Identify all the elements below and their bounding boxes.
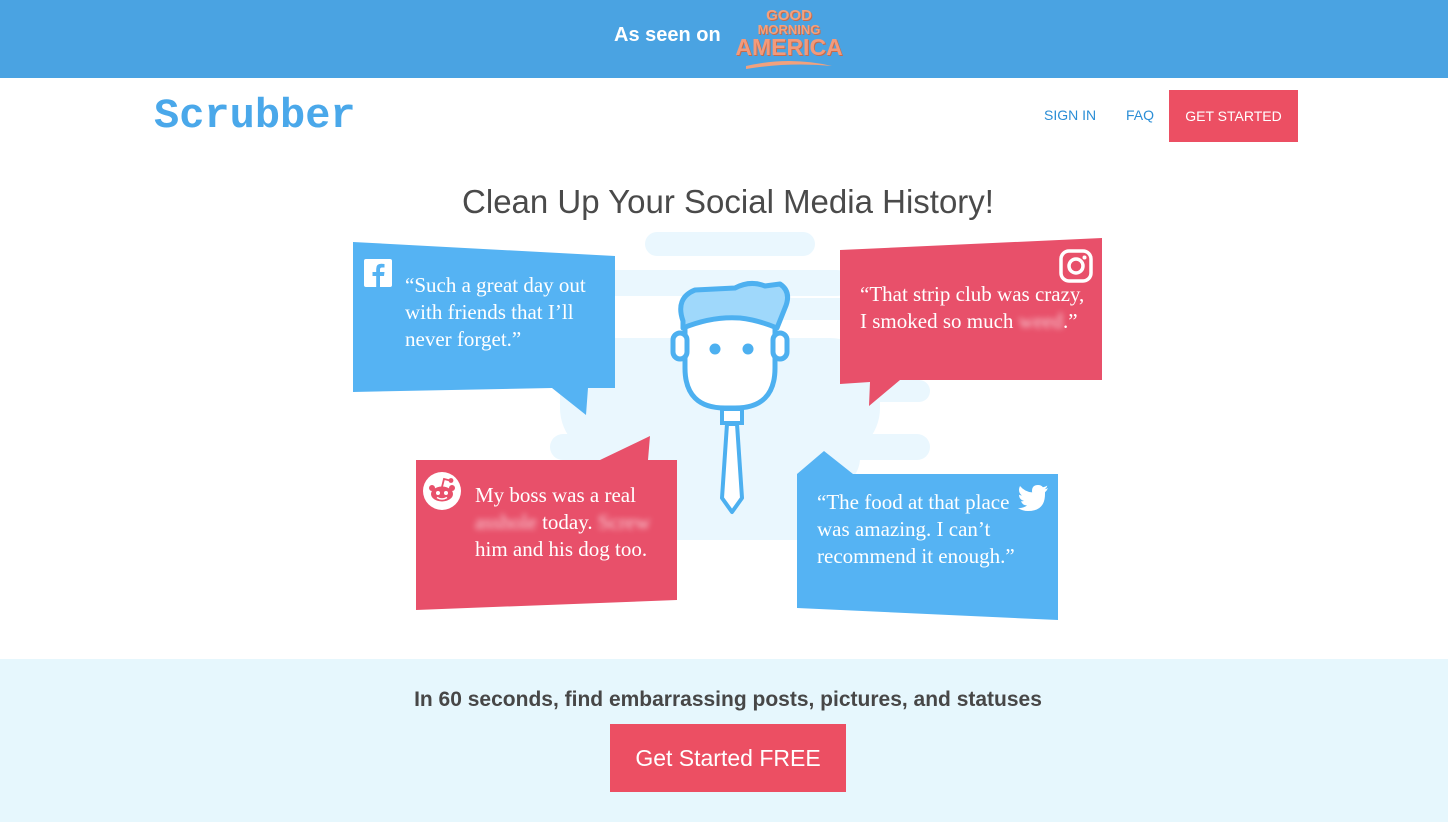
cta-tagline: In 60 seconds, find embarrassing posts, … (414, 688, 1042, 711)
reddit-icon (423, 472, 461, 510)
reddit-quote-blurred-word-2: Screw (597, 510, 651, 534)
instagram-quote-blurred-word: weed (1018, 309, 1063, 333)
twitter-quote: “The food at that place was amazing. I c… (817, 490, 1015, 568)
nav-faq-link[interactable]: FAQ (1126, 107, 1154, 123)
get-started-free-button[interactable]: Get Started FREE (610, 724, 846, 792)
reddit-quote-part1: My boss was a real (475, 483, 636, 507)
brand-logo[interactable]: Scrubber (154, 92, 356, 140)
instagram-quote-end: .” (1062, 309, 1078, 333)
reddit-quote-part2: today. (536, 510, 598, 534)
hero-title: Clean Up Your Social Media History! (462, 183, 994, 220)
facebook-quote: “Such a great day out with friends that … (405, 273, 586, 351)
facebook-icon (364, 259, 392, 287)
as-seen-on-text: As seen on (614, 24, 721, 46)
nav-sign-in-link[interactable]: SIGN IN (1044, 107, 1096, 123)
logo-swoosh-icon (746, 61, 832, 69)
reddit-quote: My boss was a real asshole today. Screw … (475, 482, 675, 563)
logo-line-good: GOOD (766, 7, 812, 24)
logo-line-america: AMERICA (735, 34, 843, 60)
reddit-quote-blurred-word-1: asshole (475, 510, 537, 534)
instagram-icon (1059, 249, 1093, 283)
reddit-quote-part3: him and his dog too. (475, 537, 648, 561)
instagram-quote: “That strip club was crazy, I smoked so … (860, 281, 1090, 335)
as-seen-on-banner: As seen on GOOD MORNING AMERICA (0, 0, 1448, 78)
nav-get-started-button[interactable]: GET STARTED (1169, 90, 1298, 142)
good-morning-america-logo: GOOD MORNING AMERICA (734, 4, 844, 70)
